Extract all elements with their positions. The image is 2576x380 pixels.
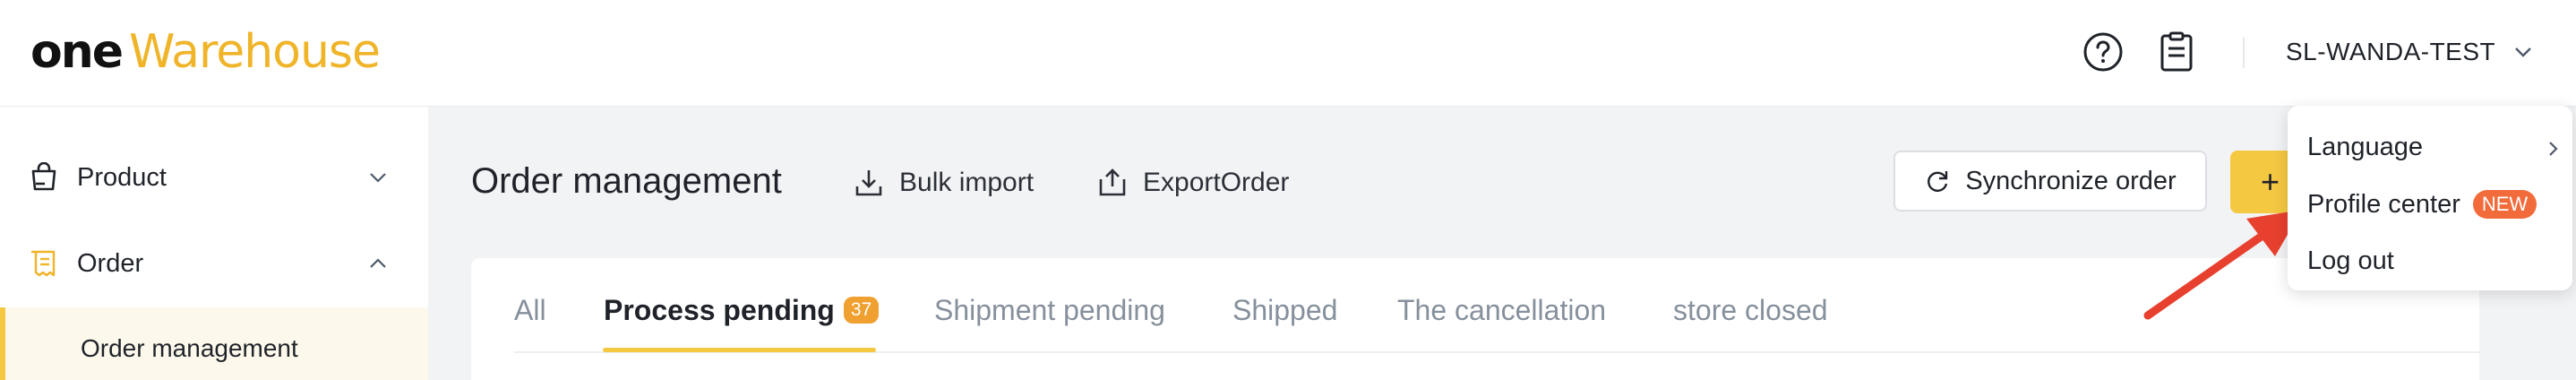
synchronize-order-label: Synchronize order bbox=[1965, 166, 2177, 195]
menu-item-label: Log out bbox=[2307, 246, 2394, 275]
header-divider bbox=[2243, 38, 2245, 68]
sidebar-subitem-label: Order management bbox=[81, 334, 298, 362]
logo-text-one: one bbox=[30, 25, 124, 79]
export-order-label: ExportOrder bbox=[1143, 168, 1290, 197]
bag-icon bbox=[31, 162, 56, 191]
download-icon bbox=[855, 170, 882, 196]
chevron-down-icon bbox=[2515, 48, 2531, 57]
top-header: one Warehouse SL-WANDA-TEST bbox=[0, 0, 2576, 107]
menu-item-language[interactable]: Language bbox=[2307, 127, 2423, 167]
chevron-down-icon bbox=[370, 173, 386, 183]
active-tab-indicator bbox=[603, 348, 876, 352]
clipboard-icon[interactable] bbox=[2155, 30, 2198, 73]
account-menu-trigger[interactable]: SL-WANDA-TEST bbox=[2286, 34, 2533, 70]
refresh-icon bbox=[1928, 171, 1948, 192]
count-badge: 37 bbox=[843, 297, 880, 324]
logo[interactable]: one Warehouse bbox=[30, 20, 381, 84]
tab-all[interactable]: All bbox=[514, 294, 546, 327]
annotation-arrow-icon bbox=[2143, 210, 2302, 320]
menu-item-log-out[interactable]: Log out bbox=[2307, 241, 2394, 281]
export-order-button[interactable]: ExportOrder bbox=[1096, 161, 1289, 204]
new-badge: NEW bbox=[2472, 190, 2537, 219]
page-title: Order management bbox=[471, 161, 782, 201]
receipt-icon bbox=[31, 250, 56, 277]
tab-shipment-pending[interactable]: Shipment pending bbox=[934, 294, 1165, 327]
chevron-right-icon bbox=[2549, 142, 2558, 156]
menu-item-label: Profile center bbox=[2307, 189, 2460, 219]
tab-process-pending[interactable]: Process pending 37 bbox=[604, 294, 880, 327]
menu-item-profile-center[interactable]: Profile center NEW bbox=[2307, 185, 2537, 224]
plus-icon: + bbox=[2261, 163, 2280, 200]
sidebar: Product Order Order management bbox=[0, 107, 428, 380]
logo-text-warehouse: Warehouse bbox=[129, 25, 381, 79]
account-name: SL-WANDA-TEST bbox=[2286, 38, 2496, 65]
sidebar-item-label: Product bbox=[77, 162, 167, 192]
active-indicator bbox=[0, 307, 5, 380]
bulk-import-label: Bulk import bbox=[899, 168, 1035, 197]
tab-label: Process pending bbox=[604, 294, 835, 326]
help-circle-icon[interactable] bbox=[2082, 30, 2125, 73]
chevron-up-icon bbox=[370, 258, 386, 268]
menu-item-label: Language bbox=[2307, 132, 2424, 161]
account-dropdown-menu: Language Profile center NEW Log out bbox=[2288, 106, 2572, 290]
sidebar-item-label: Order bbox=[77, 248, 144, 278]
sidebar-item-product[interactable]: Product bbox=[0, 148, 428, 207]
sidebar-item-order[interactable]: Order bbox=[0, 234, 428, 293]
bulk-import-button[interactable]: Bulk import bbox=[853, 161, 1034, 204]
sidebar-subitem-order-management[interactable]: Order management bbox=[0, 307, 428, 380]
tab-the-cancellation[interactable]: The cancellation bbox=[1397, 294, 1606, 327]
upload-icon bbox=[1099, 168, 1126, 196]
tab-shipped[interactable]: Shipped bbox=[1232, 294, 1337, 327]
tab-store-closed[interactable]: store closed bbox=[1673, 294, 1828, 327]
